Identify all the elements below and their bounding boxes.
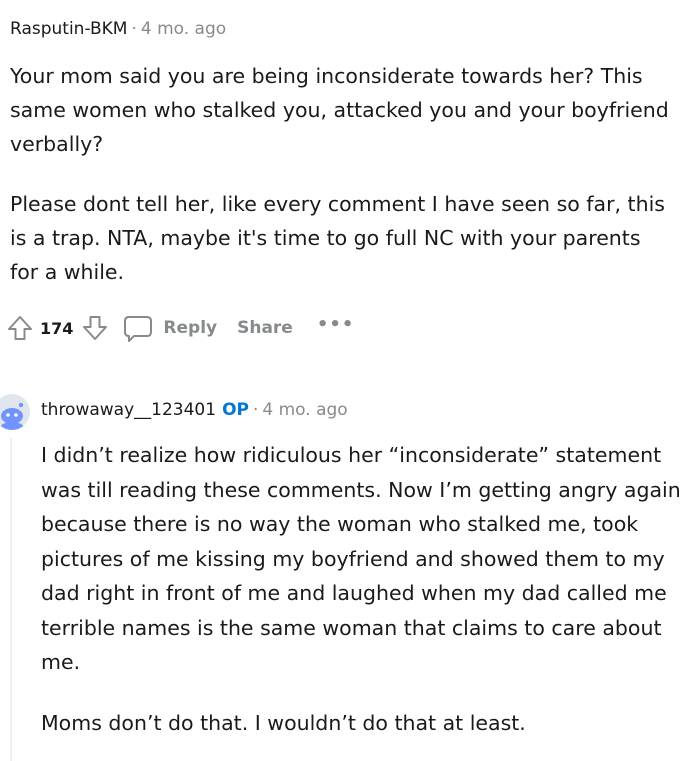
comment-age[interactable]: 4 mo. ago [141,19,226,39]
reply-meta: throwaway__123401 OP · 4 mo. ago [41,399,348,421]
reply-author[interactable]: throwaway__123401 [41,400,216,420]
comment-author[interactable]: Rasputin-BKM [10,19,127,39]
reply-paragraph-2: Moms don’t do that. I wouldn’t do that a… [41,711,526,735]
share-button[interactable]: Share [237,318,293,338]
comment-paragraph-2: Please dont tell her, like every comment… [10,192,665,284]
reply-avatar[interactable] [0,394,30,430]
upvote-button[interactable] [4,312,36,344]
arrow-up-outline-icon [8,316,32,340]
comment-action-bar: 174 Reply Share ••• [4,308,354,348]
thread-line[interactable] [10,438,12,761]
reply-meta-separator: · [252,400,259,420]
vote-count: 174 [40,318,74,338]
downvote-button[interactable] [79,312,111,344]
speech-bubble-icon [124,316,153,342]
reply-button[interactable]: Reply [121,312,217,344]
more-options-button[interactable]: ••• [317,314,355,335]
snoo-avatar-icon [0,394,30,430]
reply-label: Reply [163,318,218,338]
comment-meta: Rasputin-BKM · 4 mo. ago [10,18,226,40]
comment-paragraph-1: Your mom said you are being inconsiderat… [10,64,669,156]
reply-age[interactable]: 4 mo. ago [262,400,347,420]
reply-paragraph-1: I didn’t realize how ridiculous her “inc… [41,443,681,674]
op-badge: OP [222,400,249,420]
meta-separator: · [131,19,137,39]
arrow-down-outline-icon [83,316,108,340]
